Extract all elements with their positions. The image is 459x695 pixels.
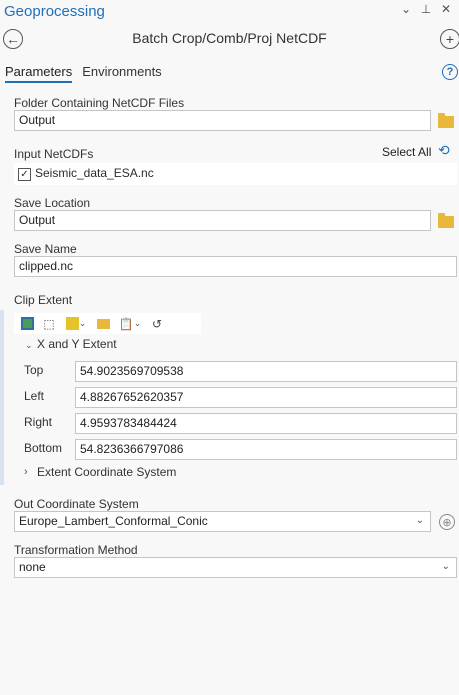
input-netcdfs-label: Input NetCDFs xyxy=(14,147,94,161)
folder-browse-icon[interactable] xyxy=(438,113,454,128)
refresh-icon[interactable]: ⟲ xyxy=(438,142,450,159)
netcdf-list-item: ✓ Seismic_data_ESA.nc xyxy=(14,163,457,185)
bottom-input[interactable]: 54.8236366797086 xyxy=(75,439,457,460)
paste-extent-dropdown-icon[interactable]: 📋 ⌄ xyxy=(115,315,145,333)
clip-extent-indicator xyxy=(0,310,4,485)
browse-extent-icon[interactable] xyxy=(93,315,113,333)
out-cs-value: Europe_Lambert_Conformal_Conic xyxy=(19,514,208,528)
chevron-down-icon: ⌄ xyxy=(441,561,450,572)
save-location-input[interactable]: Output xyxy=(14,210,431,231)
top-input[interactable]: 54.9023569709538 xyxy=(75,361,457,382)
tab-environments[interactable]: Environments xyxy=(82,64,161,83)
add-icon[interactable]: + xyxy=(440,29,459,49)
right-input[interactable]: 4.9593783484424 xyxy=(75,413,457,434)
bottom-label: Bottom xyxy=(24,441,63,455)
layer-extent-dropdown-icon[interactable]: ⌄ xyxy=(61,315,91,333)
tab-bar: Parameters Environments xyxy=(5,64,162,83)
right-label: Right xyxy=(24,415,53,429)
clip-extent-toolbar: ⬚ ⌄ 📋 ⌄ ↺ xyxy=(14,313,201,334)
extent-cs-toggle[interactable]: Extent Coordinate System xyxy=(37,465,176,479)
transform-select[interactable]: none ⌄ xyxy=(14,557,457,578)
close-icon[interactable]: ✕ xyxy=(439,2,453,16)
folder-input[interactable]: Output xyxy=(14,110,431,131)
out-cs-select[interactable]: Europe_Lambert_Conformal_Conic ⌄ xyxy=(14,511,431,532)
pin-icon[interactable]: ⊥ xyxy=(419,2,433,16)
chevron-down-icon[interactable]: ⌄ xyxy=(399,2,413,16)
map-extent-icon[interactable] xyxy=(17,315,37,333)
chevron-right-icon[interactable]: › xyxy=(24,466,28,478)
clip-extent-label: Clip Extent xyxy=(14,293,73,307)
chevron-down-icon[interactable]: ⌄ xyxy=(25,340,33,351)
reset-extent-icon[interactable]: ↺ xyxy=(147,315,167,333)
chevron-down-icon: ⌄ xyxy=(415,515,424,526)
transform-value: none xyxy=(19,560,46,574)
save-location-label: Save Location xyxy=(14,196,91,210)
netcdf-checkbox[interactable]: ✓ xyxy=(18,168,31,181)
out-cs-label: Out Coordinate System xyxy=(14,497,139,511)
help-icon[interactable]: ? xyxy=(442,64,458,80)
pane-controls: ⌄ ⊥ ✕ xyxy=(399,2,453,16)
left-input[interactable]: 4.88267652620357 xyxy=(75,387,457,408)
left-label: Left xyxy=(24,389,45,403)
select-all-link[interactable]: Select All xyxy=(382,145,431,159)
top-label: Top xyxy=(24,363,44,377)
save-name-input[interactable]: clipped.nc xyxy=(14,256,457,277)
tool-title: Batch Crop/Comb/Proj NetCDF xyxy=(132,30,327,46)
pane-title: Geoprocessing xyxy=(4,3,105,20)
folder-label: Folder Containing NetCDF Files xyxy=(14,96,185,110)
globe-icon[interactable]: ⊕ xyxy=(439,514,455,530)
draw-extent-icon[interactable]: ⬚ xyxy=(39,315,59,333)
netcdf-item-label: Seismic_data_ESA.nc xyxy=(35,166,154,180)
save-name-label: Save Name xyxy=(14,242,77,256)
tab-parameters[interactable]: Parameters xyxy=(5,64,73,83)
pane-title-bar: Geoprocessing ⌄ ⊥ ✕ xyxy=(0,0,459,24)
xy-extent-toggle[interactable]: X and Y Extent xyxy=(37,337,117,351)
save-location-browse-icon[interactable] xyxy=(438,213,454,228)
transform-label: Transformation Method xyxy=(14,543,138,557)
